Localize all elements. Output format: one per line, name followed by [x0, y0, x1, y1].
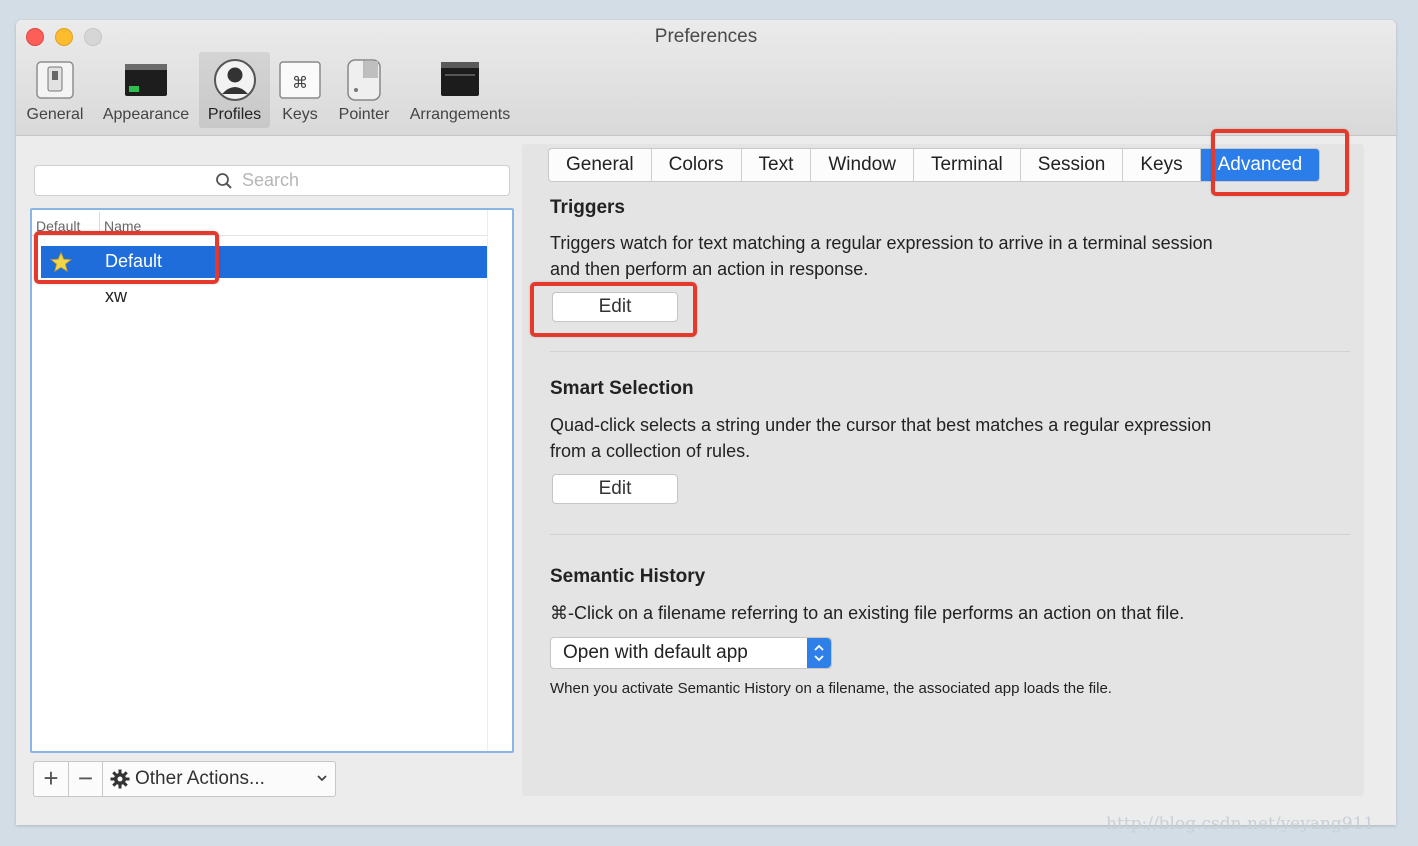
tab-general[interactable]: General: [549, 149, 652, 181]
person-icon: [213, 59, 256, 101]
section-divider: [550, 351, 1350, 352]
add-profile-button[interactable]: +: [34, 762, 69, 796]
titlebar: Preferences General Appearance Profiles …: [16, 20, 1396, 136]
triggers-edit-highlight: [530, 282, 697, 337]
toolbar-arrangements[interactable]: Arrangements: [401, 52, 519, 128]
other-actions-label: Other Actions...: [135, 768, 265, 789]
gear-icon: [110, 769, 130, 789]
semantic-history-description: ⌘-Click on a filename referring to an ex…: [550, 603, 1185, 623]
preferences-window: Preferences General Appearance Profiles …: [16, 20, 1396, 825]
mouse-icon: [347, 59, 381, 101]
toolbar-general-label: General: [26, 106, 84, 123]
profile-list[interactable]: Default Name Default xw: [30, 208, 514, 753]
advanced-tab-highlight: [1211, 129, 1349, 196]
up-down-chevron-icon: [814, 644, 824, 662]
semantic-history-title: Semantic History: [550, 566, 706, 587]
tab-window[interactable]: Window: [811, 149, 914, 181]
tab-text[interactable]: Text: [742, 149, 812, 181]
smart-selection-description-line1: Quad-click selects a string under the cu…: [550, 415, 1212, 435]
toolbar-general[interactable]: General: [22, 52, 88, 128]
toolbar-keys[interactable]: ⌘ Keys: [274, 52, 326, 128]
profile-name: xw: [105, 286, 127, 306]
remove-profile-button[interactable]: −: [69, 762, 103, 796]
profile-actions-bar: + − Other Actions...: [33, 761, 336, 797]
search-placeholder: Search: [242, 170, 300, 190]
semantic-history-select[interactable]: Open with default app: [550, 637, 832, 669]
toolbar-profiles-label: Profiles: [207, 106, 262, 123]
smart-selection-description-line2: from a collection of rules.: [550, 441, 751, 461]
smart-selection-description: Quad-click selects a string under the cu…: [550, 412, 1330, 464]
toolbar-keys-label: Keys: [282, 106, 318, 123]
select-stepper[interactable]: [807, 638, 831, 668]
section-divider: [550, 534, 1350, 535]
triggers-description: Triggers watch for text matching a regul…: [550, 230, 1330, 282]
toolbar-appearance[interactable]: Appearance: [96, 52, 196, 128]
smart-selection-edit-button[interactable]: Edit: [552, 474, 678, 504]
watermark: http://blog.csdn.net/yeyang911: [1106, 814, 1375, 834]
window-title: Preferences: [654, 26, 758, 47]
profile-tabs: General Colors Text Window Terminal Sess…: [548, 148, 1321, 182]
switch-icon: [36, 61, 74, 99]
semantic-history-note: When you activate Semantic History on a …: [550, 680, 1112, 697]
smart-selection-title: Smart Selection: [550, 378, 694, 399]
toolbar-pointer-label: Pointer: [338, 106, 390, 123]
tab-keys[interactable]: Keys: [1123, 149, 1201, 181]
monitor-icon: [125, 64, 167, 96]
chevron-down-icon: [317, 775, 327, 782]
triggers-title: Triggers: [550, 197, 625, 218]
profile-row-xw[interactable]: xw: [41, 281, 487, 313]
tab-terminal[interactable]: Terminal: [914, 149, 1021, 181]
triggers-description-line2: and then perform an action in response.: [550, 259, 869, 279]
tab-session[interactable]: Session: [1021, 149, 1124, 181]
semantic-history-select-value: Open with default app: [563, 642, 748, 663]
tab-colors[interactable]: Colors: [652, 149, 742, 181]
svg-text:⌘: ⌘: [292, 73, 308, 92]
scrollbar-track[interactable]: [487, 210, 488, 751]
toolbar-appearance-label: Appearance: [102, 106, 190, 123]
toolbar-arrangements-label: Arrangements: [409, 106, 511, 123]
command-key-icon: ⌘: [279, 61, 321, 99]
toolbar-profiles[interactable]: Profiles: [199, 52, 270, 128]
profile-search-input[interactable]: Search: [34, 165, 510, 196]
search-icon: [216, 173, 232, 189]
triggers-description-line1: Triggers watch for text matching a regul…: [550, 233, 1213, 253]
windows-icon: [441, 62, 479, 96]
default-profile-highlight: [34, 231, 219, 284]
toolbar-pointer[interactable]: Pointer: [333, 52, 395, 128]
